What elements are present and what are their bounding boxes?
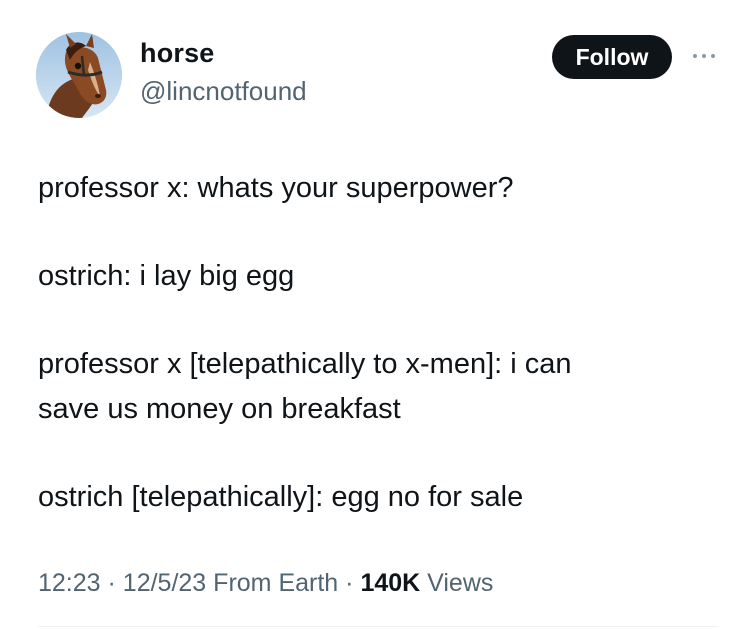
tweet-text-line: ostrich [telepathically]: egg no for sal… <box>38 481 524 513</box>
tweet-text-line: professor x: whats your superpower? <box>38 172 514 204</box>
more-dot <box>693 54 697 58</box>
views-label: Views <box>427 569 494 597</box>
meta-separator: · <box>345 569 354 597</box>
follow-button[interactable]: Follow <box>552 35 672 79</box>
author-handle[interactable]: @lincnotfound <box>140 76 307 107</box>
tweet-text-line: save us money on breakfast <box>38 393 401 425</box>
meta-separator: · <box>107 569 116 597</box>
tweet-date[interactable]: 12/5/23 <box>123 569 206 597</box>
horse-avatar-icon[interactable] <box>36 32 122 118</box>
tweet-card: horse @lincnotfound Follow professor x: … <box>0 0 755 629</box>
divider <box>38 626 718 627</box>
tweet-meta: 12:23 · 12/5/23 From Earth · 140K Views <box>38 569 493 598</box>
tweet-source: From Earth <box>213 569 339 597</box>
views-count: 140K <box>360 569 421 597</box>
more-options-icon[interactable] <box>684 46 724 66</box>
tweet-text-line: professor x [telepathically to x-men]: i… <box>38 348 572 380</box>
tweet-text-line: ostrich: i lay big egg <box>38 260 295 292</box>
tweet-time[interactable]: 12:23 <box>38 569 101 597</box>
author-display-name[interactable]: horse <box>140 38 215 69</box>
more-dot <box>711 54 715 58</box>
more-dot <box>702 54 706 58</box>
